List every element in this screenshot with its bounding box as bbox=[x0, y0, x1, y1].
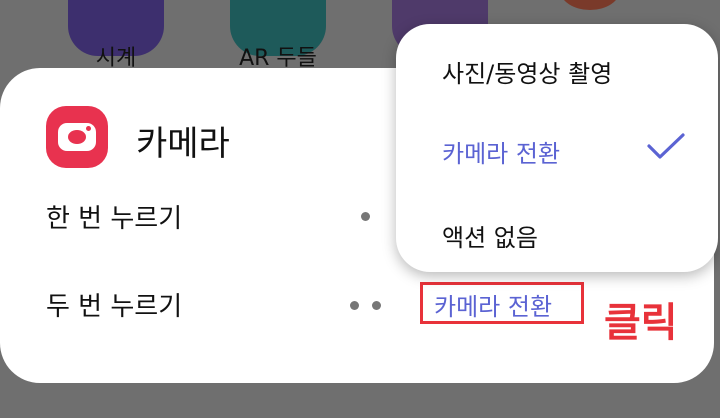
menu-item-switch-camera[interactable]: 카메라 전환 bbox=[442, 134, 560, 169]
double-dot-icon bbox=[372, 301, 381, 310]
double-dot-icon bbox=[350, 301, 359, 310]
checkmark-icon bbox=[647, 133, 685, 159]
menu-item-no-action[interactable]: 액션 없음 bbox=[442, 218, 538, 253]
double-press-value[interactable]: 카메라 전환 bbox=[434, 287, 552, 322]
app-icon[interactable] bbox=[560, 0, 620, 10]
action-dropdown-menu: 사진/동영상 촬영 카메라 전환 액션 없음 bbox=[396, 24, 718, 272]
click-annotation: 클릭 bbox=[604, 300, 678, 346]
card-title: 카메라 bbox=[136, 124, 230, 164]
double-press-label[interactable]: 두 번 누르기 bbox=[46, 286, 182, 323]
single-press-label[interactable]: 한 번 누르기 bbox=[46, 198, 182, 235]
menu-item-photo-video[interactable]: 사진/동영상 촬영 bbox=[442, 54, 612, 89]
single-dot-icon bbox=[361, 212, 370, 221]
camera-icon bbox=[46, 106, 108, 168]
